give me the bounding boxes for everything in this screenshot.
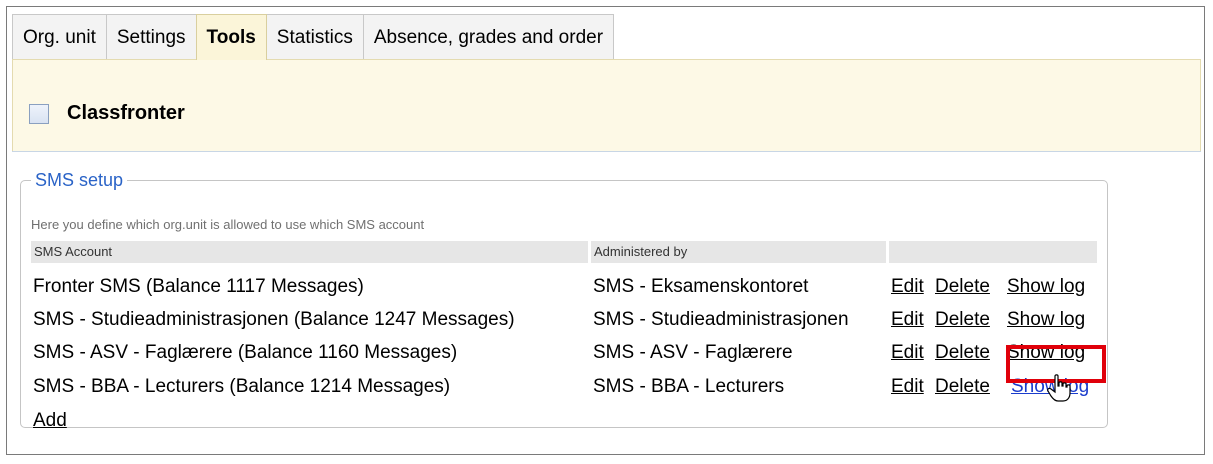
delete-link[interactable]: Delete bbox=[935, 375, 990, 399]
tab-settings[interactable]: Settings bbox=[105, 14, 197, 60]
sms-setup-fieldset: SMS setup Here you define which org.unit… bbox=[20, 170, 1108, 431]
classfronter-label: Classfronter bbox=[67, 102, 185, 124]
tab-tools[interactable]: Tools bbox=[195, 14, 267, 60]
sms-setup-description: Here you define which org.unit is allowe… bbox=[31, 217, 425, 232]
edit-link[interactable]: Edit bbox=[891, 341, 924, 365]
classfronter-row: Classfronter bbox=[29, 102, 185, 125]
table-cell-admin: SMS - Eksamenskontoret bbox=[593, 276, 809, 297]
show-log-link[interactable]: Show log bbox=[1007, 308, 1085, 332]
delete-link[interactable]: Delete bbox=[935, 275, 990, 299]
hand-pointer-icon bbox=[1047, 374, 1071, 402]
table-cell-account: SMS - BBA - Lecturers (Balance 1214 Mess… bbox=[33, 376, 451, 397]
column-header-admin: Administered by bbox=[591, 241, 886, 263]
classfronter-checkbox[interactable] bbox=[29, 103, 49, 124]
tools-panel: Classfronter SMS setup Here you define w… bbox=[12, 59, 1201, 448]
table-cell-admin: SMS - BBA - Lecturers bbox=[593, 376, 785, 397]
sms-section: SMS setup Here you define which org.unit… bbox=[12, 151, 1201, 448]
table-cell-account: SMS - ASV - Faglærere (Balance 1160 Mess… bbox=[33, 342, 458, 363]
tab-absence-grades-order[interactable]: Absence, grades and order bbox=[362, 14, 615, 60]
tab-statistics[interactable]: Statistics bbox=[265, 14, 364, 60]
tab-org-unit[interactable]: Org. unit bbox=[12, 14, 107, 60]
add-link[interactable]: Add bbox=[33, 409, 67, 433]
table-cell-account: SMS - Studieadministrasjonen (Balance 12… bbox=[33, 309, 515, 330]
edit-link[interactable]: Edit bbox=[891, 375, 924, 399]
edit-link[interactable]: Edit bbox=[891, 275, 924, 299]
column-header-account: SMS Account bbox=[31, 241, 588, 263]
table-cell-account: Fronter SMS (Balance 1117 Messages) bbox=[33, 276, 364, 297]
table-cell-admin: SMS - ASV - Faglærere bbox=[593, 342, 793, 363]
sms-setup-legend: SMS setup bbox=[35, 170, 124, 190]
table-cell-admin: SMS - Studieadministrasjonen bbox=[593, 309, 849, 330]
delete-link[interactable]: Delete bbox=[935, 341, 990, 365]
show-log-link[interactable]: Show log bbox=[1007, 275, 1085, 299]
edit-link[interactable]: Edit bbox=[891, 308, 924, 332]
column-header-actions bbox=[889, 241, 1097, 263]
tab-bar: Org. unit Settings Tools Statistics Abse… bbox=[12, 14, 615, 60]
delete-link[interactable]: Delete bbox=[935, 308, 990, 332]
